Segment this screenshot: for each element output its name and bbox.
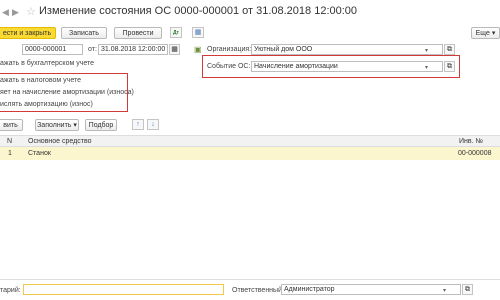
calc-amortization-checkbox[interactable]: ислять амортизацию (износ) [0,101,93,108]
tax-accounting-checkbox[interactable]: ажать в налоговом учете [0,77,81,84]
open-event-icon[interactable]: ⧉ [444,61,455,72]
dt-kt-icon[interactable]: Дт [170,27,182,38]
date-field[interactable]: 31.08.2018 12:00:00 [98,44,168,55]
event-label: Событие ОС: [207,63,251,70]
page-title: Изменение состояния ОС 0000-000001 от 31… [39,5,358,17]
forward-arrow-icon[interactable]: ▶ [12,7,19,18]
arrow-down-icon[interactable]: ↓ [147,119,159,130]
comment-field[interactable] [23,284,224,295]
responsible-value: Администратор [284,286,335,293]
responsible-field[interactable]: Администратор ▾ [281,284,461,295]
number-field[interactable]: 0000-000001 [22,44,83,55]
table-row[interactable]: 1 Станок 00-000008 [0,147,500,160]
fill-label: Заполнить [37,122,72,129]
open-responsible-icon[interactable]: ⧉ [462,284,473,295]
arrow-up-icon[interactable]: ↑ [132,119,144,130]
reflect-accounting-label: ажать в бухгалтерском учете [0,60,95,67]
amortization-flag-checkbox[interactable]: яет на начисление амортизации (износа) [0,89,134,96]
more-arrow-icon: ▾ [491,30,496,37]
post-button[interactable]: Провести [114,27,162,39]
dropdown-arrow-icon[interactable]: ▾ [425,46,428,54]
event-field[interactable]: Начисление амортизации ▾ [251,61,443,72]
row-asset: Станок [28,150,51,157]
dropdown-arrow-icon[interactable]: ▾ [425,63,428,71]
report-icon[interactable]: ▦ [192,27,204,38]
table-header: N Основное средство Инв. № [0,135,500,147]
save-button[interactable]: Записать [61,27,107,39]
star-icon[interactable]: ☆ [26,5,36,18]
select-button[interactable]: Подбор [85,119,117,131]
organization-field[interactable]: Уютный дом ООО ▾ [251,44,443,55]
responsible-label: Ответственный: [232,287,284,294]
footer-divider [0,279,500,280]
organization-label: Организация: [207,46,252,53]
add-button[interactable]: вить [0,119,23,131]
open-organization-icon[interactable]: ⧉ [444,44,455,55]
row-number: 1 [8,150,12,157]
row-inventory-number: 00-000008 [458,150,492,157]
calendar-icon[interactable]: ▦ [169,44,180,55]
org-icon: ▣ [194,45,202,54]
fill-button[interactable]: Заполнить ▾ [35,119,79,131]
post-and-close-button[interactable]: ести и закрыть [0,27,56,39]
column-n-header[interactable]: N [7,138,12,145]
date-label: от: [88,46,97,53]
organization-value: Уютный дом ООО [254,46,313,53]
more-button[interactable]: Еще ▾ [471,27,500,39]
comment-label: тарий: [0,287,21,294]
back-arrow-icon[interactable]: ◀ [2,7,9,18]
fill-arrow-icon: ▾ [73,122,77,129]
event-value: Начисление амортизации [254,63,338,70]
column-asset-header[interactable]: Основное средство [28,138,91,145]
more-label: Еще [475,30,490,37]
dropdown-arrow-icon[interactable]: ▾ [443,286,446,294]
column-inv-header[interactable]: Инв. № [459,138,483,145]
